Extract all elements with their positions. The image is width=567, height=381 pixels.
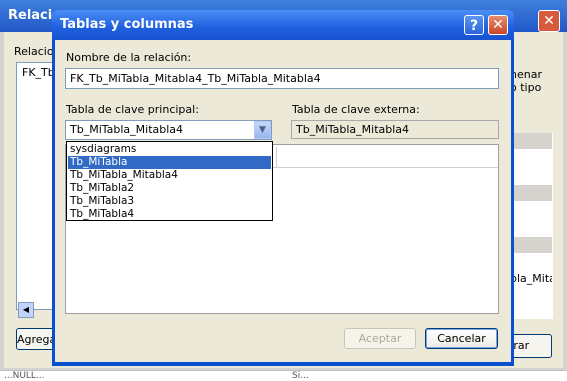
cancel-button[interactable]: Cancelar — [425, 328, 498, 349]
scroll-left-icon[interactable]: ◀ — [18, 302, 34, 318]
properties-grid-header — [510, 185, 552, 201]
dropdown-option[interactable]: Tb_MiTabla_Mitabla4 — [68, 169, 271, 182]
relations-label: Relaciones — [14, 45, 54, 58]
dropdown-option[interactable]: Tb_MiTabla3 — [68, 195, 271, 208]
relations-list-item[interactable]: FK_Tb_MiTabla — [22, 66, 56, 79]
background-close-icon[interactable]: ✕ — [538, 10, 560, 32]
primary-key-table-select[interactable]: Tb_MiTabla_Mitabla4 — [65, 120, 272, 140]
relation-name-label: Nombre de la relación: — [66, 51, 192, 64]
properties-grid-value: bla_Mita — [510, 272, 552, 285]
close-icon[interactable]: ✕ — [488, 15, 508, 35]
dropdown-option[interactable]: Tb_MiTabla — [68, 156, 271, 169]
properties-grid-header — [510, 133, 552, 149]
dropdown-option[interactable]: sysdiagrams — [68, 143, 271, 156]
columns-grid-divider — [276, 147, 277, 167]
foreign-key-table-label: Tabla de clave externa: — [292, 103, 420, 116]
bottom-strip-text: ...NULL... — [4, 371, 45, 381]
background-window-title: Relaciones — [8, 8, 52, 23]
bottom-strip-text: Si... — [292, 371, 309, 381]
properties-grid-header — [510, 237, 552, 253]
primary-key-table-dropdown[interactable]: sysdiagrams Tb_MiTabla Tb_MiTabla_Mitabl… — [66, 141, 273, 221]
relation-name-input[interactable]: FK_Tb_MiTabla_Mitabla4_Tb_MiTabla_Mitabl… — [65, 68, 499, 89]
background-right-text: nenar — [510, 68, 542, 81]
chevron-down-icon[interactable]: ▼ — [254, 121, 271, 139]
help-icon[interactable]: ? — [464, 15, 484, 35]
dropdown-option[interactable]: Tb_MiTabla2 — [68, 182, 271, 195]
properties-grid[interactable] — [510, 133, 553, 319]
background-right-text: o tipo — [510, 81, 542, 94]
foreign-key-table-field: Tb_MiTabla_Mitabla4 — [291, 120, 499, 139]
ok-button[interactable]: Aceptar — [344, 328, 416, 349]
dropdown-option[interactable]: Tb_MiTabla4 — [68, 208, 271, 221]
dialog-title: Tablas y columnas — [60, 17, 194, 32]
close-button[interactable]: rrar — [508, 334, 552, 358]
primary-key-table-label: Tabla de clave principal: — [66, 103, 199, 116]
